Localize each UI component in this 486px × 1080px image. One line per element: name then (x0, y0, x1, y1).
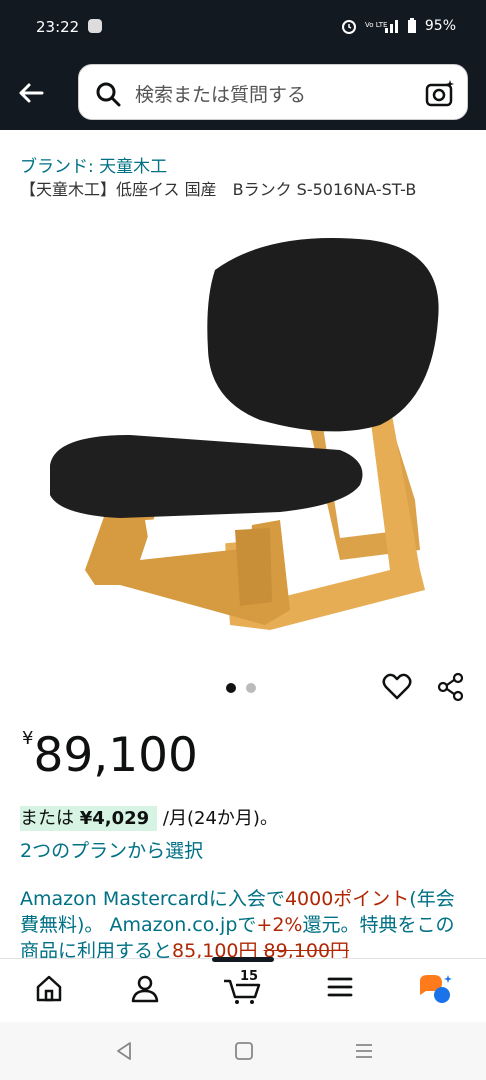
camera-search-icon[interactable] (425, 79, 455, 107)
back-arrow-icon[interactable] (16, 78, 46, 108)
share-icon[interactable] (436, 672, 466, 702)
home-nav-icon[interactable] (234, 1040, 254, 1062)
promo-text-1: Amazon Mastercardに入会で (20, 888, 285, 910)
active-tab-indicator (212, 957, 274, 962)
installment-info: または ¥4,029 /月(24か月)。 (20, 804, 278, 831)
pager-dot-active[interactable] (226, 683, 236, 693)
system-nav-bar (0, 1022, 486, 1080)
bottom-nav: 15 (0, 957, 486, 1023)
pager-dot[interactable] (246, 683, 256, 693)
signal-icon: Vo LTE (365, 20, 398, 33)
price-amount: 89,100 (33, 728, 198, 783)
battery-percent: 95% (424, 18, 456, 34)
recents-nav-icon[interactable] (354, 1040, 374, 1062)
brand-link[interactable]: ブランド: 天童木工 (20, 152, 167, 177)
price-currency: ¥ (22, 728, 34, 749)
svg-text:Vo LTE: Vo LTE (365, 21, 387, 29)
installment-highlight: または ¥4,029 (20, 806, 158, 831)
product-image[interactable] (40, 230, 450, 650)
search-placeholder: 検索または質問する (135, 84, 307, 106)
status-bar: 23:22 Vo LTE 95% (0, 0, 486, 56)
status-icons: Vo LTE 95% (341, 18, 456, 34)
price: ¥89,100 (22, 728, 198, 783)
plans-link[interactable]: 2つのプランから選択 (20, 836, 203, 863)
battery-icon (407, 18, 416, 33)
home-icon[interactable] (34, 973, 64, 1003)
promo-after-price: 85,100円 (172, 940, 258, 958)
heart-icon[interactable] (382, 672, 412, 702)
installment-amount: ¥4,029 (79, 808, 150, 829)
promo-rate: +2% (256, 914, 303, 936)
search-bar[interactable]: 検索または質問する (78, 64, 468, 120)
header: 検索または質問する (0, 56, 486, 130)
notification-icon (88, 19, 102, 33)
status-time: 23:22 (36, 18, 80, 36)
menu-icon[interactable] (326, 973, 354, 1001)
product-title: 【天童木工】低座イス 国産 Bランク S-5016NA-ST-B (20, 180, 417, 199)
back-nav-icon[interactable] (114, 1040, 134, 1062)
mastercard-promo[interactable]: Amazon Mastercardに入会で4000ポイント(年会費無料)。 Am… (20, 886, 466, 958)
installment-suffix: /月(24か月)。 (157, 808, 278, 829)
promo-orig-price: 89,100円 (263, 940, 350, 958)
search-icon (96, 82, 121, 107)
image-pager (226, 683, 256, 693)
alarm-icon (341, 20, 356, 34)
installment-prefix: または (20, 808, 80, 829)
account-icon[interactable] (130, 973, 160, 1003)
cart-count: 15 (240, 969, 259, 984)
promo-points: 4000ポイント (284, 888, 410, 910)
rufus-icon[interactable] (418, 973, 454, 1005)
